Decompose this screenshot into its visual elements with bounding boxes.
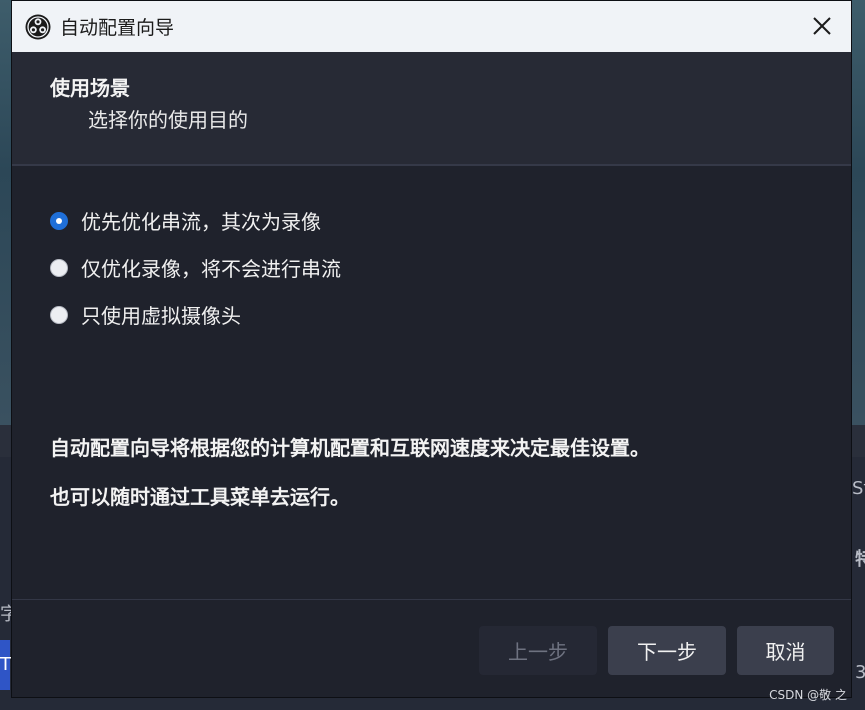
auto-config-wizard-dialog: 自动配置向导 使用场景 选择你的使用目的 优先优化串流，其次为录像 仅优化录像，…	[11, 0, 852, 698]
divider	[12, 599, 851, 600]
info-text: 自动配置向导将根据您的计算机配置和互联网速度来决定最佳设置。	[50, 436, 650, 460]
page-header: 使用场景 选择你的使用目的	[12, 52, 851, 166]
radio-unselected-icon[interactable]	[50, 258, 68, 277]
title-bar[interactable]: 自动配置向导	[12, 1, 851, 52]
info-text: 也可以随时通过工具菜单去运行。	[50, 485, 350, 509]
cancel-button[interactable]: 取消	[737, 626, 834, 675]
usage-options: 优先优化串流，其次为录像 仅优化录像，将不会进行串流 只使用虚拟摄像头	[50, 197, 341, 338]
background-text: 特	[855, 549, 865, 570]
radio-selected-icon[interactable]	[50, 211, 68, 230]
option-label: 仅优化录像，将不会进行串流	[81, 257, 341, 281]
background-text: St	[852, 478, 865, 499]
option-label: 优先优化串流，其次为录像	[81, 210, 321, 234]
window-title: 自动配置向导	[60, 17, 175, 39]
page-title: 使用场景	[50, 76, 130, 100]
option-label: 只使用虚拟摄像头	[81, 304, 241, 328]
close-icon[interactable]	[809, 13, 835, 39]
option-record-only[interactable]: 仅优化录像，将不会进行串流	[50, 244, 341, 291]
background-text: T	[0, 654, 11, 675]
page-subtitle: 选择你的使用目的	[88, 108, 248, 132]
option-stream-first[interactable]: 优先优化串流，其次为录像	[50, 197, 341, 244]
next-button[interactable]: 下一步	[608, 626, 726, 675]
radio-unselected-icon[interactable]	[50, 305, 68, 324]
watermark: CSDN @敬 之	[769, 688, 847, 702]
option-virtual-camera[interactable]: 只使用虚拟摄像头	[50, 291, 341, 338]
previous-button[interactable]: 上一步	[479, 626, 597, 675]
obs-logo-icon	[25, 14, 51, 39]
background-text: 3	[855, 662, 865, 683]
